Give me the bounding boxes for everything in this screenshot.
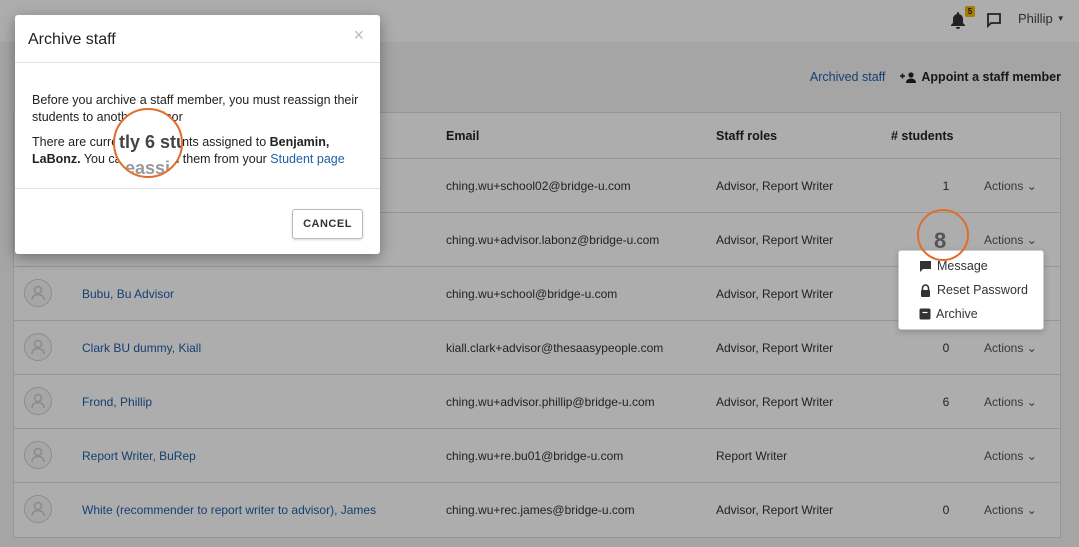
- magnified-text: eassi: [125, 158, 171, 178]
- close-icon[interactable]: ×: [353, 25, 364, 46]
- archive-staff-modal: Archive staff × Before you archive a sta…: [15, 15, 380, 254]
- magnifier-highlight: tly 6 stu eassi: [113, 108, 183, 178]
- actions-menu: Message Reset Password Archive: [898, 250, 1044, 330]
- menu-item-label: Reset Password: [937, 283, 1029, 297]
- modal-title: Archive staff: [28, 31, 116, 48]
- cancel-button[interactable]: CANCEL: [292, 209, 363, 239]
- modal-assignment-message: There are currently 6 students assigned …: [32, 134, 364, 168]
- lock-icon: [921, 283, 930, 297]
- menu-item-label: Archive: [936, 307, 978, 321]
- modal-footer: CANCEL: [15, 188, 380, 254]
- modal-body: Before you archive a staff member, you m…: [32, 92, 364, 176]
- modal-message: Before you archive a staff member, you m…: [32, 93, 359, 124]
- count-highlight: 8: [917, 209, 969, 261]
- magnified-text: tly 6 stu: [119, 132, 183, 152]
- menu-item-archive[interactable]: Archive: [919, 307, 978, 321]
- menu-item-message[interactable]: Message: [919, 259, 988, 273]
- menu-item-label: Message: [937, 259, 988, 273]
- archive-icon: [919, 308, 931, 320]
- message-icon: [920, 261, 931, 272]
- magnified-count: 8: [934, 228, 947, 253]
- modal-header: Archive staff ×: [15, 15, 380, 63]
- menu-item-reset-password[interactable]: Reset Password: [919, 283, 1028, 297]
- student-page-link[interactable]: Student page: [270, 152, 344, 166]
